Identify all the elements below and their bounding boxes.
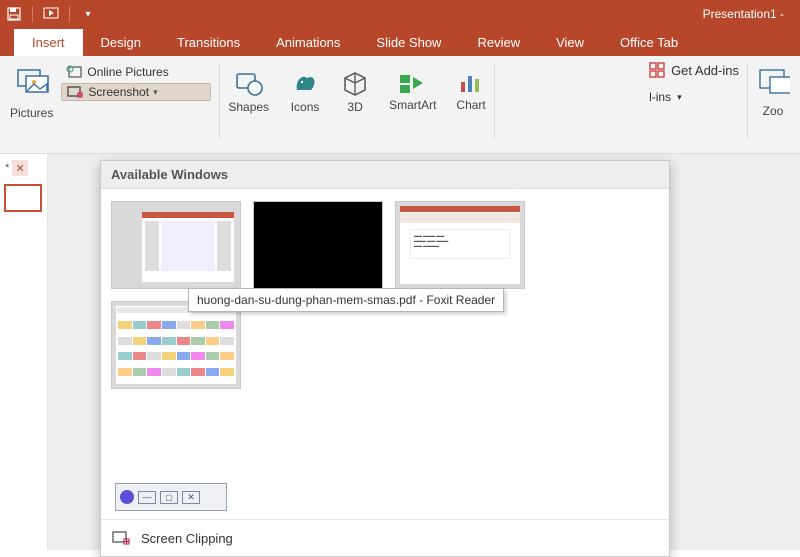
window-thumbnail-5[interactable]: — ▢ ✕ bbox=[115, 483, 227, 511]
chevron-down-icon: ▾ bbox=[677, 92, 682, 103]
window-thumbnail-3[interactable]: ▬▬ ▬▬▬ ▬▬▬▬▬ ▬▬ ▬▬▬▬▬ ▬▬▬▬ bbox=[395, 201, 525, 289]
chart-label: Chart bbox=[456, 98, 485, 112]
chart-button[interactable]: Chart bbox=[456, 70, 485, 114]
smartart-label: SmartArt bbox=[389, 98, 436, 112]
tab-review[interactable]: Review bbox=[459, 29, 538, 56]
screen-clipping-label: Screen Clipping bbox=[141, 531, 233, 546]
save-icon[interactable] bbox=[6, 6, 22, 22]
ribbon-tabs: Insert Design Transitions Animations Sli… bbox=[0, 28, 800, 56]
addins-label: l-ins bbox=[649, 90, 671, 104]
get-addins-label: Get Add-ins bbox=[671, 63, 739, 78]
3d-models-button[interactable]: 3D bbox=[341, 70, 369, 114]
smartart-button[interactable]: SmartArt bbox=[389, 70, 436, 114]
slide-thumbnails-panel: * ✕ bbox=[0, 154, 48, 550]
window-thumbnail-4[interactable] bbox=[111, 301, 241, 389]
title-bar: ▾ Presentation1 - bbox=[0, 0, 800, 28]
online-pictures-button[interactable]: Online Pictures bbox=[61, 64, 211, 80]
tab-animations[interactable]: Animations bbox=[258, 29, 358, 56]
tab-transitions[interactable]: Transitions bbox=[159, 29, 258, 56]
tab-office-tab[interactable]: Office Tab bbox=[602, 29, 696, 56]
tab-insert[interactable]: Insert bbox=[14, 29, 83, 56]
ribbon: Pictures Online Pictures Screenshot ▾ Sh… bbox=[0, 56, 800, 154]
close-doc-button[interactable]: ✕ bbox=[12, 160, 28, 176]
zoom-label: Zoo bbox=[763, 104, 784, 118]
screenshot-dropdown: Available Windows ▬▬ ▬▬▬ ▬▬▬▬▬ ▬▬ ▬▬▬▬▬ … bbox=[100, 160, 670, 557]
screenshot-label: Screenshot bbox=[88, 85, 149, 99]
shapes-label: Shapes bbox=[228, 100, 269, 114]
icons-button[interactable]: Icons bbox=[289, 70, 321, 114]
window-thumbnail-1[interactable] bbox=[111, 201, 241, 289]
tab-slide-show[interactable]: Slide Show bbox=[358, 29, 459, 56]
tab-view[interactable]: View bbox=[538, 29, 602, 56]
screen-clipping-button[interactable]: Screen Clipping bbox=[101, 519, 669, 556]
doc-modified-star: * bbox=[5, 162, 9, 174]
icons-label: Icons bbox=[291, 100, 320, 114]
window-thumbnail-tooltip: huong-dan-su-dung-phan-mem-smas.pdf - Fo… bbox=[188, 288, 504, 312]
screenshot-button[interactable]: Screenshot ▾ bbox=[61, 83, 211, 101]
slide-thumbnail-1[interactable] bbox=[4, 184, 42, 212]
qat-overflow-icon[interactable]: ▾ bbox=[80, 6, 96, 22]
tab-design[interactable]: Design bbox=[83, 29, 159, 56]
available-windows-header: Available Windows bbox=[101, 161, 669, 189]
pictures-button[interactable]: Pictures bbox=[10, 62, 53, 120]
shapes-button[interactable]: Shapes bbox=[228, 70, 269, 114]
get-addins-button[interactable]: Get Add-ins bbox=[649, 62, 739, 78]
chevron-down-icon: ▾ bbox=[153, 87, 158, 98]
online-pictures-label: Online Pictures bbox=[87, 65, 168, 79]
zoom-button[interactable]: Zoo bbox=[756, 62, 790, 118]
pictures-label: Pictures bbox=[10, 106, 53, 120]
3d-label: 3D bbox=[347, 100, 362, 114]
my-addins-button[interactable]: l-ins ▾ bbox=[649, 90, 682, 104]
presentation-play-icon[interactable] bbox=[43, 6, 59, 22]
window-thumbnail-2[interactable] bbox=[253, 201, 383, 289]
window-title: Presentation1 - bbox=[96, 7, 794, 21]
